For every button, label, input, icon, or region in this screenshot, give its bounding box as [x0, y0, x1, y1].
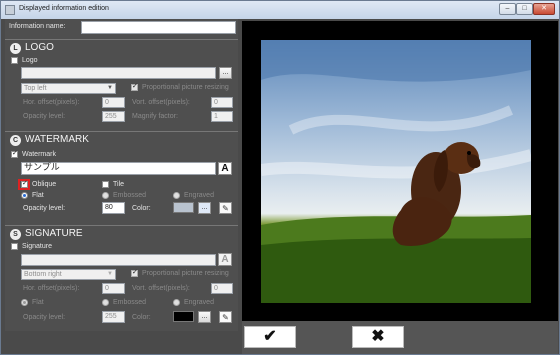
window-title: Displayed information edition	[19, 5, 109, 12]
watermark-text-input[interactable]: サンプル	[21, 162, 216, 175]
watermark-section-header: C WATERMARK	[5, 131, 238, 149]
signature-opacity-input[interactable]: 255	[102, 311, 125, 323]
oblique-label: Oblique	[32, 181, 57, 188]
signature-hor-offset-label: Hor. offset(pixels):	[23, 285, 80, 292]
ok-button[interactable]: ✔	[244, 326, 296, 348]
signature-flat-radio[interactable]	[21, 299, 28, 306]
logo-checkbox[interactable]	[11, 57, 18, 64]
dog-photo-illustration	[261, 40, 531, 303]
signature-engraved-radio[interactable]	[173, 299, 180, 306]
logo-section-icon: L	[10, 43, 21, 54]
watermark-section-title: WATERMARK	[25, 134, 89, 145]
logo-magnify-label: Magnify factor:	[132, 113, 178, 120]
logo-section-header: L LOGO	[5, 39, 238, 57]
logo-vert-offset-label: Vort. offset(pixels):	[132, 99, 190, 106]
app-icon	[5, 5, 15, 15]
logo-path-input[interactable]	[21, 67, 216, 79]
signature-section-title: SIGNATURE	[25, 228, 83, 239]
tile-checkbox[interactable]	[102, 181, 109, 188]
watermark-engraved-label: Engraved	[184, 192, 214, 199]
dialog-window: Displayed information edition – □ ✕ Info…	[0, 0, 560, 355]
watermark-flat-label: Flat	[32, 192, 44, 199]
logo-hor-offset-input[interactable]: 0	[102, 97, 125, 108]
logo-proportional-label: Proportional picture resizing	[142, 84, 229, 91]
logo-section-title: LOGO	[25, 42, 54, 53]
watermark-engraved-radio[interactable]	[173, 192, 180, 199]
info-name-input[interactable]	[81, 21, 236, 34]
signature-section-header: S SIGNATURE	[5, 225, 238, 243]
watermark-opacity-label: Opacity level:	[23, 205, 66, 212]
logo-opacity-input[interactable]: 255	[102, 111, 125, 122]
signature-embossed-label: Embossed	[113, 299, 147, 306]
watermark-embossed-radio[interactable]	[102, 192, 109, 199]
pencil-icon[interactable]: ✎	[219, 311, 232, 323]
logo-hor-offset-label: Hor. offset(pixels):	[23, 99, 80, 106]
logo-proportional-checkbox[interactable]	[131, 82, 138, 91]
signature-embossed-radio[interactable]	[102, 299, 109, 306]
close-button[interactable]: ✕	[533, 3, 555, 15]
watermark-font-button[interactable]: A	[218, 162, 232, 175]
info-name-label: Information name:	[9, 23, 66, 30]
signature-proportional-label: Proportional picture resizing	[142, 270, 229, 277]
watermark-checkbox[interactable]	[11, 149, 18, 158]
pencil-icon[interactable]: ✎	[219, 202, 232, 214]
signature-engraved-label: Engraved	[184, 299, 214, 306]
logo-checkbox-label: Logo	[22, 57, 38, 64]
watermark-embossed-label: Embossed	[113, 192, 147, 199]
signature-section-icon: S	[10, 229, 21, 240]
signature-color-button[interactable]: ...	[198, 311, 211, 323]
watermark-color-swatch	[173, 202, 194, 213]
signature-color-swatch	[173, 311, 194, 322]
oblique-checkbox[interactable]	[21, 179, 28, 188]
left-footer	[5, 331, 238, 354]
signature-opacity-label: Opacity level:	[23, 314, 66, 321]
title-bar[interactable]: Displayed information edition – □ ✕	[1, 1, 559, 19]
signature-checkbox[interactable]	[11, 243, 18, 250]
signature-checkbox-label: Signature	[22, 243, 52, 250]
chevron-down-icon: ▼	[107, 271, 113, 277]
logo-vert-offset-input[interactable]: 0	[211, 97, 233, 108]
watermark-color-button[interactable]: ...	[198, 202, 211, 214]
watermark-opacity-input[interactable]: 80	[102, 202, 125, 214]
watermark-section-icon: C	[10, 135, 21, 146]
tile-label: Tile	[113, 181, 125, 188]
logo-position-select[interactable]: Top left ▼	[21, 83, 116, 94]
chevron-down-icon: ▼	[107, 85, 113, 91]
watermark-flat-radio[interactable]	[21, 192, 28, 199]
signature-hor-offset-input[interactable]: 0	[102, 283, 125, 294]
logo-position-value: Top left	[24, 85, 47, 92]
signature-proportional-checkbox[interactable]	[131, 268, 138, 277]
signature-flat-label: Flat	[32, 299, 44, 306]
watermark-color-label: Color:	[132, 205, 151, 212]
signature-color-label: Color:	[132, 314, 151, 321]
signature-vert-offset-label: Vort. offset(pixels):	[132, 285, 190, 292]
signature-position-select[interactable]: Bottom right ▼	[21, 269, 116, 280]
watermark-checkbox-label: Watermark	[22, 151, 56, 158]
cancel-button[interactable]: ✖	[352, 326, 404, 348]
logo-opacity-label: Opacity level:	[23, 113, 66, 120]
maximize-button[interactable]: □	[516, 3, 533, 15]
preview-image	[261, 40, 531, 303]
signature-font-button[interactable]: A	[218, 253, 232, 266]
signature-vert-offset-input[interactable]: 0	[211, 283, 233, 294]
signature-position-value: Bottom right	[24, 271, 62, 278]
signature-text-input[interactable]	[21, 254, 216, 266]
logo-magnify-input[interactable]: 1	[211, 111, 233, 122]
minimize-button[interactable]: –	[499, 3, 516, 15]
logo-browse-button[interactable]: ...	[219, 67, 232, 79]
